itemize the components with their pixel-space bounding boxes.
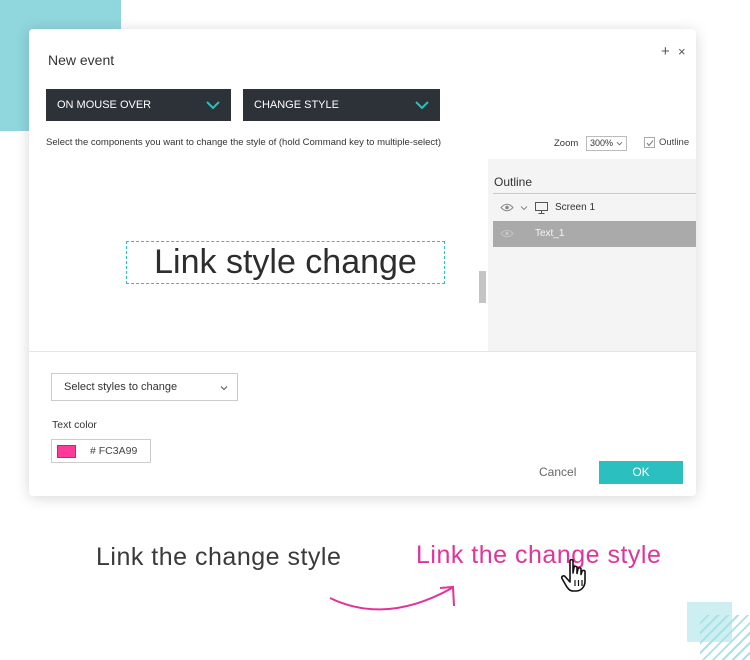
- outline-item-text-1[interactable]: Text_1: [493, 221, 696, 247]
- plus-icon[interactable]: +: [661, 43, 670, 60]
- outline-divider: [493, 193, 696, 194]
- chevron-down-icon: [415, 101, 429, 110]
- zoom-label: Zoom: [554, 138, 579, 149]
- text-color-field[interactable]: # FC3A99: [51, 439, 151, 463]
- text-color-label: Text color: [52, 419, 97, 431]
- hand-cursor-icon: [560, 558, 586, 592]
- outline-panel: Outline Screen 1 Text_1: [488, 159, 696, 351]
- event-trigger-label: ON MOUSE OVER: [57, 99, 152, 111]
- action-label: CHANGE STYLE: [254, 99, 339, 111]
- caption-default-style: Link the change style: [96, 543, 342, 571]
- styles-select[interactable]: Select styles to change: [51, 373, 238, 401]
- preview-canvas: Link style change: [29, 159, 488, 351]
- check-icon: [646, 140, 654, 147]
- color-hash: #: [90, 445, 96, 457]
- color-hex-value: # FC3A99: [90, 445, 137, 457]
- new-event-dialog: New event + × ON MOUSE OVER CHANGE STYLE…: [29, 29, 696, 496]
- zoom-select[interactable]: 300%: [586, 136, 627, 151]
- canvas-scrollbar[interactable]: [479, 271, 486, 303]
- eye-icon[interactable]: [500, 203, 514, 212]
- decorative-stripes: [700, 615, 750, 660]
- outline-checkbox[interactable]: [644, 137, 655, 148]
- chevron-down-icon: [616, 141, 623, 146]
- outline-panel-title: Outline: [494, 175, 533, 189]
- eye-icon[interactable]: [500, 229, 514, 238]
- instructions-text: Select the components you want to change…: [46, 137, 441, 148]
- styles-select-placeholder: Select styles to change: [64, 381, 178, 393]
- chevron-down-icon: [220, 386, 228, 391]
- event-trigger-dropdown[interactable]: ON MOUSE OVER: [46, 89, 231, 121]
- chevron-down-icon[interactable]: [520, 204, 528, 212]
- ok-button[interactable]: OK: [599, 461, 683, 484]
- outline-item-label: Text_1: [535, 228, 565, 239]
- outline-checkbox-label: Outline: [659, 137, 690, 148]
- caption-hover-style: Link the change style: [416, 541, 662, 569]
- canvas-text-component[interactable]: Link style change: [126, 241, 445, 284]
- chevron-down-icon: [206, 101, 220, 110]
- section-divider: [29, 351, 696, 352]
- dialog-title: New event: [48, 52, 115, 68]
- monitor-icon: [535, 202, 548, 214]
- zoom-value: 300%: [590, 138, 614, 148]
- close-icon[interactable]: ×: [678, 44, 686, 59]
- color-swatch[interactable]: [57, 445, 76, 458]
- curved-arrow-icon: [329, 585, 455, 611]
- outline-item-screen-1[interactable]: Screen 1: [493, 195, 696, 221]
- outline-item-label: Screen 1: [555, 202, 596, 213]
- color-hex-text: FC3A99: [98, 445, 138, 457]
- action-dropdown[interactable]: CHANGE STYLE: [243, 89, 440, 121]
- cancel-button[interactable]: Cancel: [539, 465, 576, 479]
